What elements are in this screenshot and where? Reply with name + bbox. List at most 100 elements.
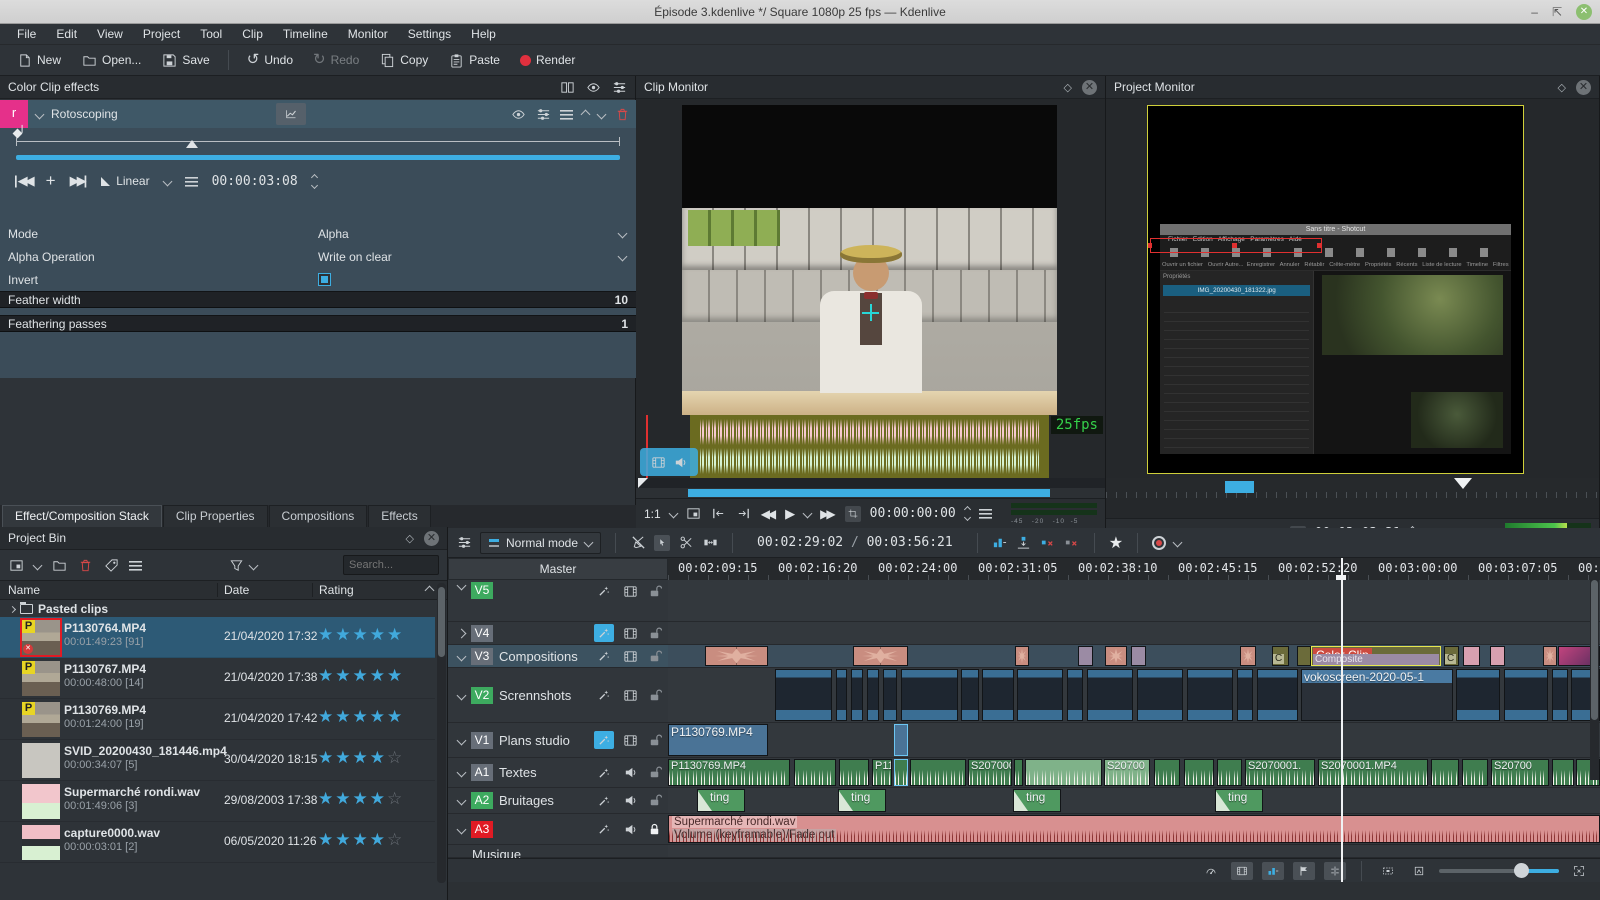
track-lane-a3[interactable]: Supermarché rondi.wavVolume (keyframable… (668, 814, 1600, 845)
track-header-v5[interactable]: V5 (448, 580, 668, 622)
menu-file[interactable]: File (8, 25, 45, 43)
timeline-clip[interactable] (982, 669, 1014, 721)
create-folder-icon[interactable] (51, 557, 67, 573)
add-clip-icon[interactable] (8, 557, 24, 573)
effect-options-icon[interactable] (611, 79, 627, 95)
timeline-clip[interactable] (1490, 646, 1505, 666)
bin-clip-row[interactable]: P ✕ P1130764.MP4 00:01:49:23 [91] 21/04/2020… (0, 617, 435, 658)
menu-help[interactable]: Help (462, 25, 505, 43)
lock-track-icon[interactable] (646, 821, 662, 837)
menu-timeline[interactable]: Timeline (274, 25, 337, 43)
project-monitor-video[interactable]: Sans titre - Shotcut Fichier Edition Aff… (1147, 105, 1524, 474)
bin-column-headers[interactable]: Name Date Rating (0, 580, 447, 600)
tc-up-icon[interactable] (963, 505, 971, 514)
timeline-clip[interactable] (1431, 759, 1459, 786)
filter-dropdown-icon[interactable] (248, 560, 259, 570)
float-dock-icon[interactable]: ◇ (1064, 81, 1072, 94)
video-track-icon[interactable] (622, 625, 638, 641)
timeline-clip[interactable] (853, 646, 908, 666)
timeline-clip[interactable] (1552, 759, 1574, 786)
new-button[interactable]: New (8, 48, 69, 72)
timeline-clip[interactable] (851, 669, 863, 721)
tc-down-icon[interactable] (963, 513, 971, 522)
zoom-out-icon[interactable] (1408, 862, 1430, 880)
effect-menu-icon[interactable] (560, 108, 573, 120)
set-out-point-icon[interactable] (736, 506, 752, 522)
track-header-v1[interactable]: V1 Plans studio (448, 723, 668, 758)
timeline-clip[interactable]: S2070001. (1245, 759, 1315, 786)
timeline-clip[interactable]: ting (1013, 789, 1061, 812)
video-track-icon[interactable] (622, 648, 638, 664)
clip-monitor-timecode[interactable]: 00:00:00:00 (870, 506, 956, 521)
rating-stars[interactable]: ★★★★☆ (318, 748, 404, 768)
timeline-vscrollbar[interactable] (1590, 580, 1599, 780)
timeline-clip[interactable] (1154, 759, 1180, 786)
timeline-clip[interactable] (1105, 646, 1127, 666)
delete-effect-icon[interactable] (614, 106, 630, 122)
timeline-clip[interactable] (1017, 669, 1063, 721)
track-lane-a4[interactable] (668, 845, 1600, 858)
zoom-in-icon[interactable] (1568, 862, 1590, 880)
timeline-clip[interactable] (1187, 669, 1233, 721)
keyframe-ruler[interactable] (0, 128, 636, 154)
video-track-icon[interactable] (622, 583, 638, 599)
float-dock-icon[interactable]: ◇ (406, 532, 414, 545)
insert-zone-icon[interactable] (1016, 535, 1032, 551)
lock-track-icon[interactable] (646, 625, 662, 641)
bin-folder-row[interactable]: Pasted clips (0, 601, 435, 617)
video-track-icon[interactable] (622, 687, 638, 703)
menu-project[interactable]: Project (134, 25, 189, 43)
keyframe-interp-select[interactable]: Linear (101, 174, 150, 188)
timeline-clip[interactable] (1462, 759, 1488, 786)
mute-track-icon[interactable] (622, 793, 638, 809)
timeline-clip[interactable]: P1130769.MP4 (668, 724, 768, 756)
bin-scrollbar[interactable] (437, 583, 446, 883)
timeline-clip[interactable] (867, 669, 879, 721)
close-button[interactable]: ✕ (1576, 4, 1592, 20)
extract-zone-icon[interactable] (1040, 535, 1056, 551)
interp-dropdown-icon[interactable] (162, 176, 173, 186)
lock-track-icon[interactable] (646, 583, 662, 599)
video-stream-icon[interactable] (650, 454, 666, 470)
timeline-clip[interactable]: Color ClipColor ClipComposite (1311, 646, 1441, 666)
param-feathering-passes[interactable]: Feathering passes 1 (0, 315, 636, 332)
edit-mode-select[interactable]: Normal mode (480, 531, 602, 554)
timeline-clip[interactable]: ting (697, 789, 745, 812)
rating-stars[interactable]: ★★★★★ (318, 625, 404, 645)
keyframe-playhead[interactable] (186, 134, 198, 148)
menu-tool[interactable]: Tool (191, 25, 231, 43)
keyframe-diagram-button[interactable] (275, 103, 306, 125)
maximize-button[interactable]: ⇱ (1552, 5, 1562, 19)
monitor-zoom-level[interactable]: 1:1 (644, 507, 661, 521)
timeline-clip[interactable]: ting (838, 789, 886, 812)
timeline-clip[interactable] (1543, 646, 1557, 666)
add-keyframe-button[interactable]: + (46, 171, 56, 191)
render-button[interactable]: Render (512, 49, 583, 71)
timeline-clip[interactable] (1184, 759, 1214, 786)
track-header-a4[interactable]: Musique (448, 845, 668, 858)
move-effect-down-icon[interactable] (596, 109, 607, 119)
mute-track-icon[interactable] (622, 821, 638, 837)
invert-checkbox[interactable] (318, 273, 331, 286)
timeline-clip[interactable]: P1130769.MP4 (668, 759, 790, 786)
record-icon[interactable] (1152, 535, 1167, 550)
keyframe-zone-bar[interactable] (16, 155, 620, 160)
timeline-clip[interactable]: S2070001.MP4 (1318, 759, 1428, 786)
lock-track-icon[interactable] (646, 687, 662, 703)
track-header-v4[interactable]: V4 (448, 622, 668, 645)
track-effects-icon[interactable] (594, 731, 614, 749)
forward-button[interactable]: ▶▶ (820, 507, 836, 521)
tag-icon[interactable] (103, 557, 119, 573)
timeline-clip[interactable] (1217, 759, 1242, 786)
track-lane-v1[interactable]: P1130769.MP4 (668, 723, 1600, 758)
timeline-clip[interactable] (1237, 669, 1253, 721)
zone-segment[interactable] (1225, 481, 1254, 493)
previous-keyframe-button[interactable]: |◀◀ (14, 173, 35, 189)
play-button[interactable]: ▶ (785, 506, 795, 522)
rating-stars[interactable]: ★★★★☆ (318, 789, 404, 809)
keyframe-timecode[interactable]: 00:00:03:08 (212, 174, 298, 189)
timeline-clip[interactable] (839, 759, 869, 786)
monitor-zoom-bar[interactable] (636, 488, 1105, 498)
effect-enable-eye-icon[interactable] (510, 106, 526, 122)
menu-edit[interactable]: Edit (47, 25, 86, 43)
